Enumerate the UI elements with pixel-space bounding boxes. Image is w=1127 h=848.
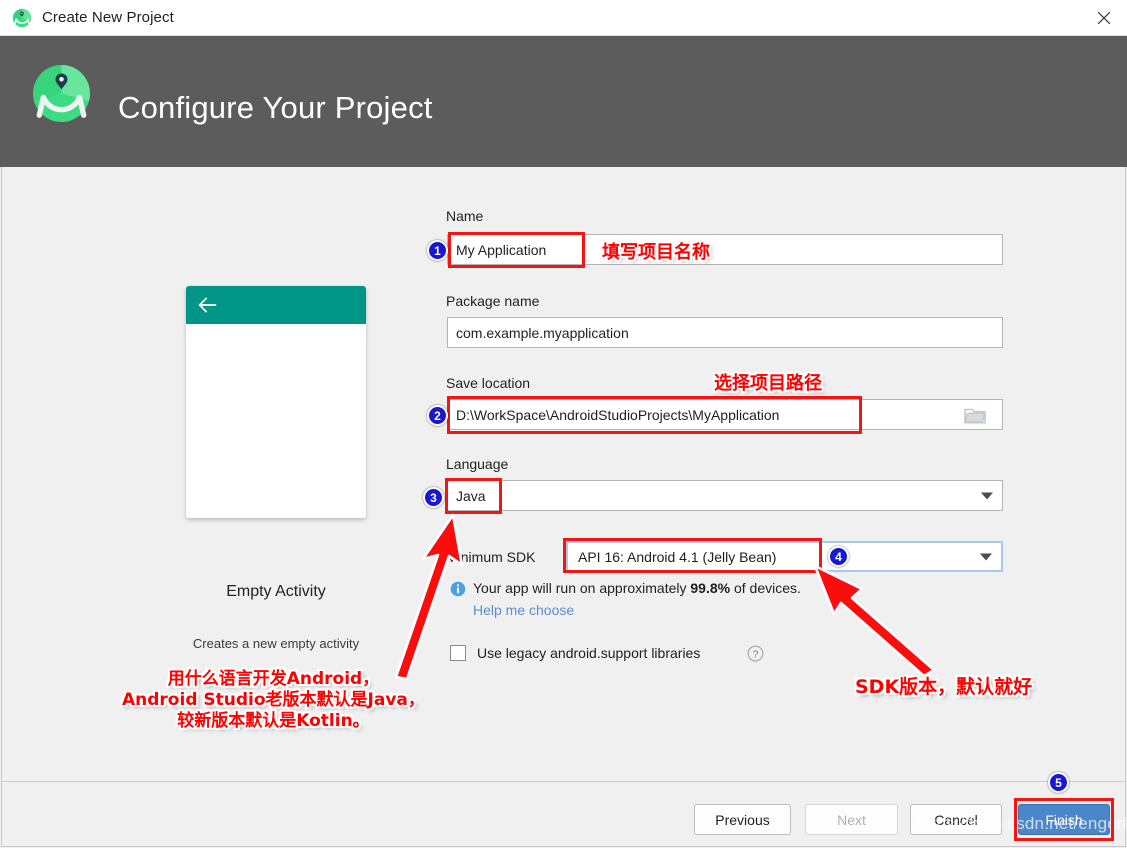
annotation-note-name: 填写项目名称 — [602, 242, 710, 263]
chevron-down-icon — [981, 492, 993, 499]
template-name: Empty Activity — [226, 583, 326, 600]
step-badge-3: 3 — [423, 487, 444, 508]
arrow-left-icon — [198, 296, 217, 314]
template-description: Creates a new empty activity — [192, 636, 360, 651]
minimum-sdk-value: API 16: Android 4.1 (Jelly Bean) — [578, 548, 777, 565]
folder-icon[interactable] — [963, 404, 987, 425]
sdk-device-info: Your app will run on approximately 99.8%… — [473, 580, 801, 596]
page-title: Configure Your Project — [118, 90, 433, 125]
annotation-note-sdk: SDK版本，默认就好 — [855, 676, 1033, 698]
language-label: Language — [446, 456, 509, 472]
step-badge-2: 2 — [427, 405, 448, 426]
package-name-input[interactable]: com.example.myapplication — [447, 317, 1003, 348]
save-location-input[interactable]: D:\WorkSpace\AndroidStudioProjects\MyApp… — [447, 399, 1003, 430]
info-icon — [450, 581, 466, 597]
android-studio-logo — [31, 63, 92, 124]
name-input[interactable]: My Application — [447, 234, 1003, 265]
previous-button[interactable]: Previous — [694, 804, 791, 835]
name-label: Name — [446, 208, 484, 224]
step-badge-4: 4 — [828, 546, 849, 567]
close-icon[interactable] — [1081, 0, 1127, 36]
create-new-project-dialog: Create New Project Configure Your Projec… — [0, 0, 1127, 848]
next-button: Next — [805, 804, 898, 835]
step-badge-5: 5 — [1048, 772, 1069, 793]
annotation-note-location: 选择项目路径 — [714, 373, 822, 394]
window-title: Create New Project — [42, 9, 174, 26]
template-preview — [186, 286, 366, 518]
package-name-label: Package name — [446, 293, 540, 309]
help-me-choose-link[interactable]: Help me choose — [473, 602, 574, 618]
legacy-libraries-checkbox[interactable] — [450, 645, 466, 661]
svg-text:?: ? — [753, 648, 759, 660]
cancel-button[interactable]: Cancel — [910, 804, 1002, 835]
language-dropdown[interactable]: Java — [447, 480, 1003, 511]
sdk-info-suffix: of devices. — [730, 580, 801, 596]
sdk-info-prefix: Your app will run on approximately — [473, 580, 691, 596]
minimum-sdk-dropdown[interactable]: API 16: Android 4.1 (Jelly Bean) — [566, 541, 1003, 572]
android-studio-icon — [12, 8, 32, 28]
annotation-note-language: 用什么语言开发Android， Android Studio老版本默认是Java… — [122, 669, 425, 731]
question-mark-icon[interactable]: ? — [747, 645, 764, 662]
language-value: Java — [456, 487, 486, 504]
title-bar: Create New Project — [0, 0, 1127, 36]
finish-button[interactable]: Finish — [1018, 804, 1110, 835]
step-badge-1: 1 — [427, 240, 448, 261]
save-location-label: Save location — [446, 375, 531, 391]
dialog-header: Configure Your Project — [0, 36, 1127, 167]
sdk-info-percent: 99.8% — [690, 580, 731, 596]
minimum-sdk-label: Minimum SDK — [446, 549, 536, 565]
chevron-down-icon — [980, 553, 992, 560]
preview-appbar — [186, 286, 366, 324]
legacy-libraries-label: Use legacy android.support libraries — [477, 645, 701, 661]
